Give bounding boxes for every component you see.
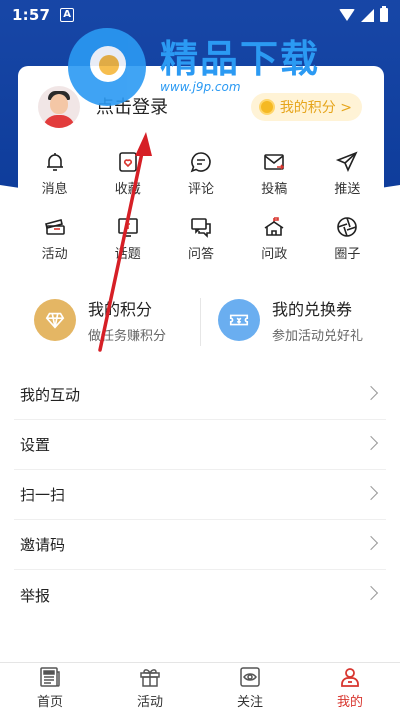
battery-icon [380,6,388,22]
watermark-logo: 精品下载 www.j9p.com [68,28,328,108]
my-points-title: 我的积分 [88,300,153,319]
chevron-right-icon [363,535,379,551]
grid-item-qa[interactable]: 问答 [164,215,237,262]
mail-send-icon [264,154,285,170]
shortcut-row: 我的积分 做任务赚积分 我的兑换券 参加活动兑好礼 [0,296,400,350]
my-vouchers-title: 我的兑换券 [272,300,353,319]
watermark-logo-icon [68,28,146,106]
my-vouchers-shortcut[interactable]: 我的兑换券 参加活动兑好礼 [218,296,363,344]
watermark-title: 精品下载 [160,37,321,81]
menu-item-my-interactions[interactable]: 我的互动 [14,370,386,420]
grid-item-topics[interactable]: 话题 [91,215,164,262]
chevron-right-icon [363,585,379,601]
tab-activity[interactable]: 活动 [100,663,200,712]
government-icon [264,217,284,236]
menu-item-scan[interactable]: 扫一扫 [14,470,386,520]
notification-icon: A [60,8,75,22]
grid-item-favorites[interactable]: 收藏 [91,150,164,197]
send-icon [336,151,358,172]
grid-item-messages[interactable]: 消息 [18,150,91,197]
grid-item-submit[interactable]: 投稿 [238,150,311,197]
chevron-right-icon [363,435,379,451]
status-time: 1:57 [12,6,51,24]
grid-item-activity[interactable]: 活动 [18,215,91,262]
tab-follow[interactable]: 关注 [200,663,300,712]
bell-icon [46,153,63,171]
news-icon [40,667,60,687]
ticket-icon [44,219,65,235]
comment-icon [190,152,211,173]
my-vouchers-subtitle: 参加活动兑好礼 [272,329,364,344]
grid-item-governance[interactable]: 问政 [238,215,311,262]
menu-item-invite-code[interactable]: 邀请码 [14,520,386,570]
tab-mine[interactable]: 我的 [300,663,400,712]
bookmark-heart-icon [118,152,137,172]
qa-icon [191,218,211,238]
shortcut-divider [200,298,201,346]
menu-item-report[interactable]: 举报 [14,570,386,620]
chevron-right-icon [363,485,379,501]
grid-item-comments[interactable]: 评论 [164,150,237,197]
grid-item-push[interactable]: 推送 [311,150,384,197]
topic-icon [117,218,138,237]
eye-icon [240,667,260,687]
diamond-icon [34,299,76,341]
menu-item-settings[interactable]: 设置 [14,420,386,470]
my-points-subtitle: 做任务赚积分 [88,329,167,344]
feature-grid: 消息 收藏 评论 投稿 推送 活动 话题 问答 问政 圈子 [18,150,384,262]
status-bar: 1:57 A [0,0,400,30]
tab-home[interactable]: 首页 [0,663,100,712]
aperture-icon [337,217,358,237]
wifi-icon [339,9,355,21]
person-icon [341,668,359,687]
watermark-url: www.j9p.com [160,80,241,94]
signal-icon [361,8,374,22]
grid-item-circles[interactable]: 圈子 [311,215,384,262]
settings-menu: 我的互动 设置 扫一扫 邀请码 举报 [14,370,386,620]
chevron-right-icon [363,385,379,401]
voucher-icon [218,299,260,341]
bottom-tab-bar: 首页 活动 关注 我的 [0,662,400,712]
my-points-shortcut[interactable]: 我的积分 做任务赚积分 [34,296,166,344]
gift-icon [140,669,160,687]
